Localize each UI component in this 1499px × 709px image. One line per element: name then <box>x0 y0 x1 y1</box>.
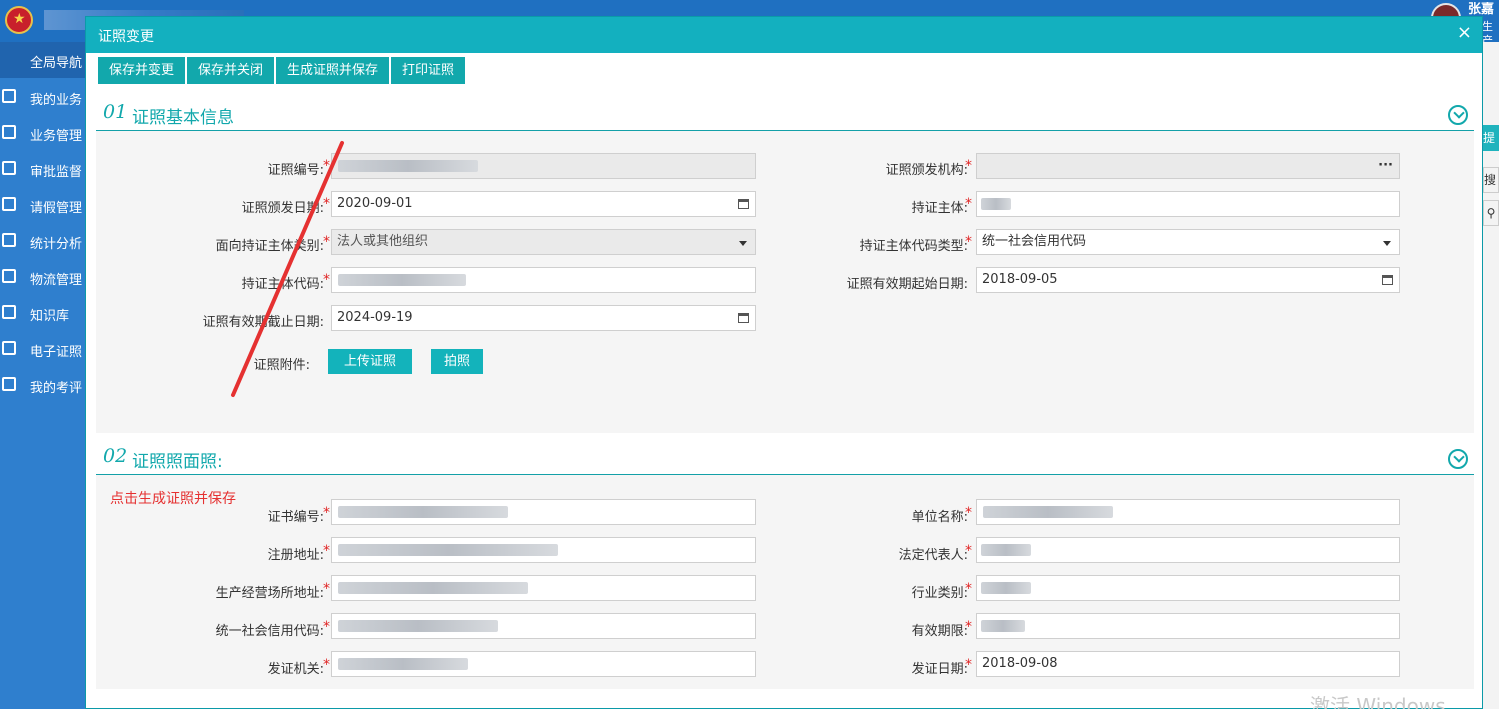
windows-watermark: 激活 Windows <box>1310 694 1446 709</box>
annotation-arrow <box>231 141 344 397</box>
annotation-text: 点击生成证照并保存 <box>110 491 236 507</box>
